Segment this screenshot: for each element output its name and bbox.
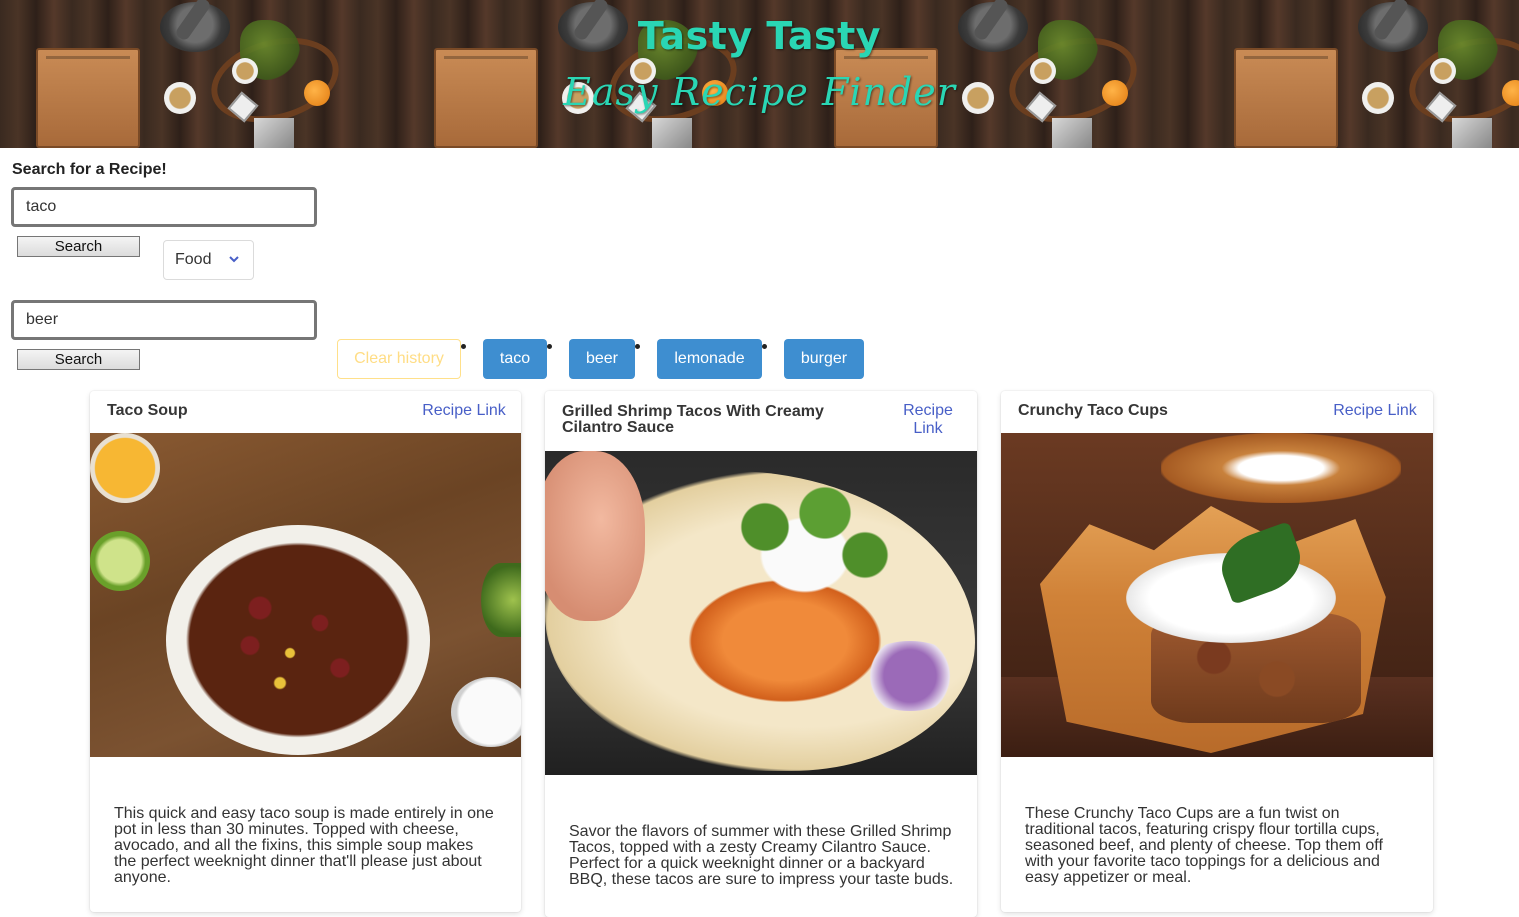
recipe-image <box>90 433 521 757</box>
clear-history-button[interactable]: Clear history <box>337 339 461 379</box>
recipe-description: These Crunchy Taco Cups are a fun twist … <box>1025 805 1383 886</box>
recipe-link[interactable]: Recipe Link <box>1331 402 1419 420</box>
category-select-value: Food <box>175 251 212 268</box>
list-bullet <box>547 344 552 349</box>
list-bullet <box>762 344 767 349</box>
recipe-link[interactable]: Recipe Link <box>895 402 961 438</box>
chevron-down-icon <box>229 256 239 263</box>
history-item-beer[interactable]: beer <box>569 339 635 379</box>
header-banner: Tasty Tasty Easy Recipe Finder <box>0 0 1519 148</box>
recipe-description: Savor the flavors of summer with these G… <box>569 823 954 888</box>
recipe-title: Crunchy Taco Cups <box>1018 402 1168 419</box>
search-heading: Search for a Recipe! <box>12 161 167 178</box>
recipe-card: Taco Soup Recipe Link This quick and eas… <box>90 391 521 912</box>
category-select[interactable]: Food <box>163 240 254 280</box>
food-search-input[interactable] <box>11 187 317 227</box>
recipe-image <box>545 451 977 775</box>
recipe-description: This quick and easy taco soup is made en… <box>114 805 494 886</box>
recipe-link[interactable]: Recipe Link <box>420 402 508 420</box>
history-item-lemonade[interactable]: lemonade <box>657 339 762 379</box>
history-item-burger[interactable]: burger <box>784 339 864 379</box>
history-item-taco[interactable]: taco <box>483 339 547 379</box>
list-bullet <box>461 344 466 349</box>
recipe-title: Grilled Shrimp Tacos With Creamy Cilantr… <box>562 403 824 436</box>
list-bullet <box>635 344 640 349</box>
recipe-image <box>1001 433 1433 757</box>
drink-search-input[interactable] <box>11 300 317 340</box>
recipe-card: Crunchy Taco Cups Recipe Link These Crun… <box>1001 391 1433 912</box>
recipe-title: Taco Soup <box>107 402 188 419</box>
drink-search-button[interactable]: Search <box>17 349 140 370</box>
food-search-button[interactable]: Search <box>17 236 140 257</box>
site-subtitle: Easy Recipe Finder <box>563 70 956 114</box>
site-title: Tasty Tasty <box>637 14 882 58</box>
recipe-card: Grilled Shrimp Tacos With Creamy Cilantr… <box>545 391 977 917</box>
